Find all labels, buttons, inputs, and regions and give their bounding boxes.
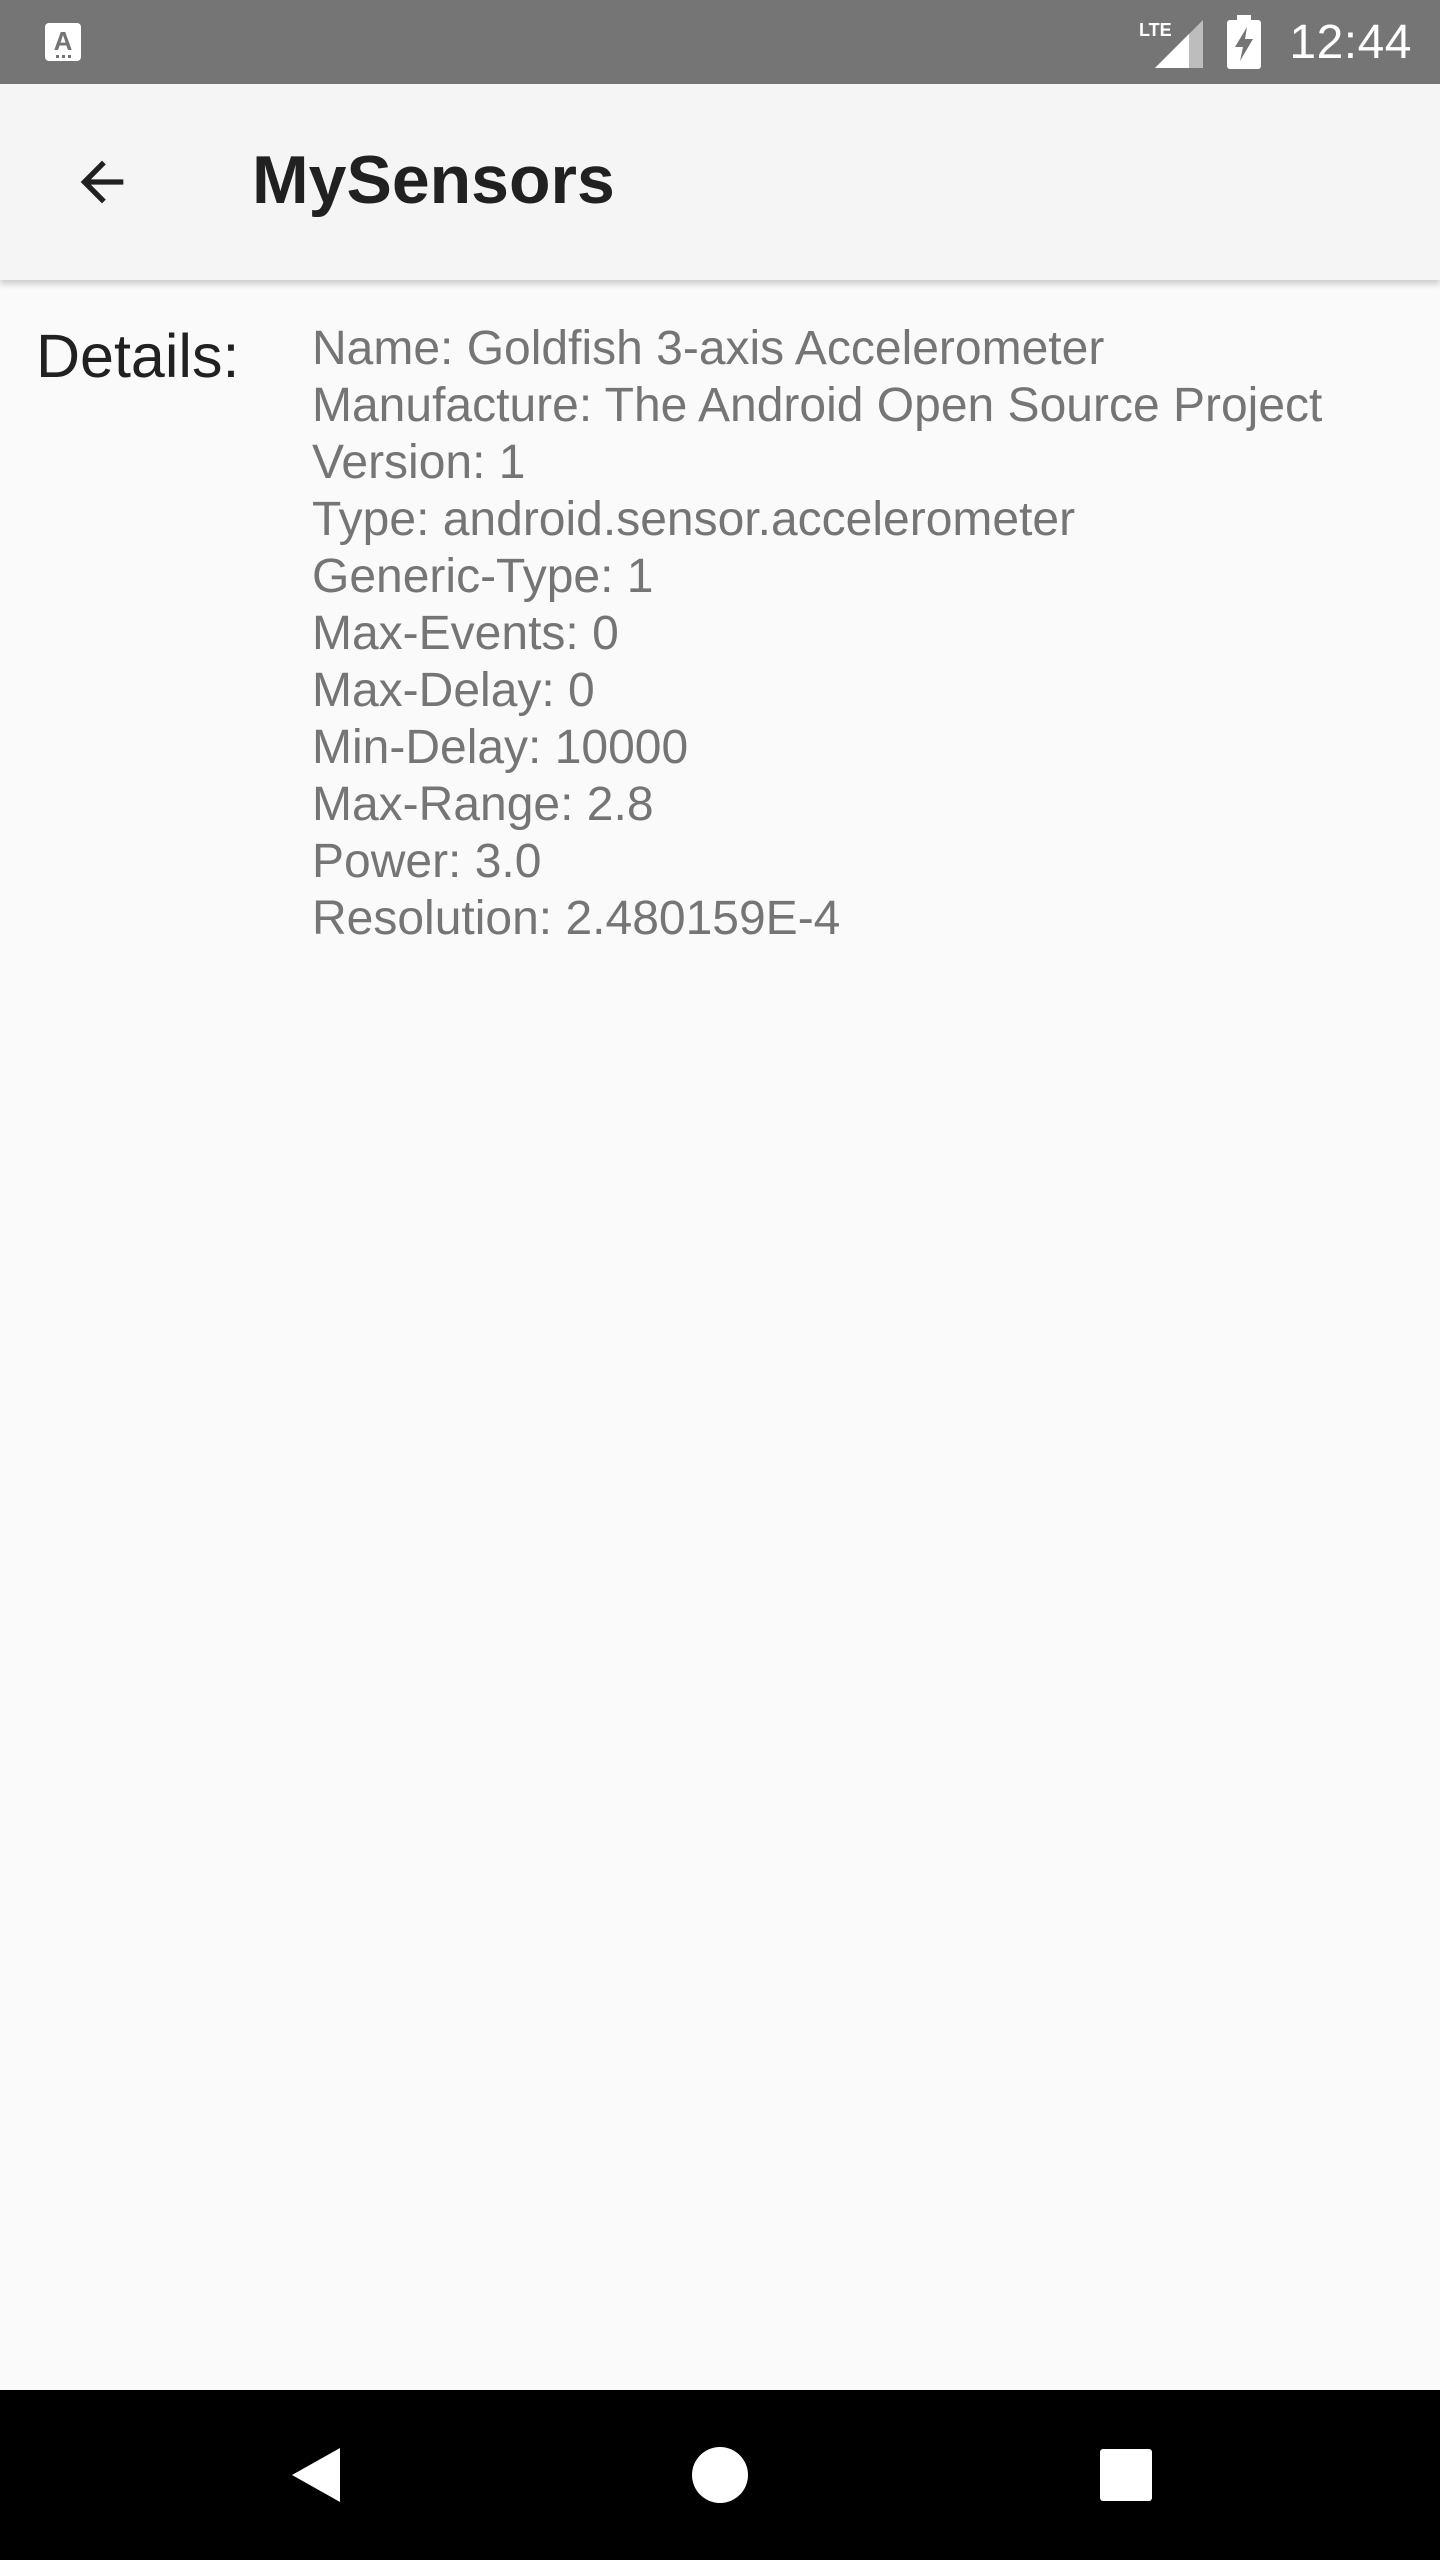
app-bar: MySensors [0, 84, 1440, 280]
lte-signal-icon: LTE [1139, 20, 1204, 68]
detail-resolution: Resolution: 2.480159E-4 [312, 892, 841, 945]
detail-max-range: Max-Range: 2.8 [312, 778, 654, 831]
status-bar: A LTE 12:44 [0, 0, 1440, 84]
nav-home-button[interactable] [670, 2425, 770, 2525]
details-list: Name: Goldfish 3-axis Accelerometer Manu… [312, 320, 1322, 947]
status-time: 12:44 [1289, 15, 1412, 69]
details-label: Details: [36, 322, 240, 390]
nav-back-triangle-icon [292, 2448, 340, 2502]
detail-manufacture: Manufacture: The Android Open Source Pro… [312, 379, 1323, 432]
detail-power: Power: 3.0 [312, 835, 542, 888]
nav-home-circle-icon [692, 2447, 748, 2503]
nav-recents-square-icon [1100, 2449, 1152, 2501]
details-content: Details: Name: Goldfish 3-axis Accelerom… [0, 280, 1440, 2390]
detail-max-delay: Max-Delay: 0 [312, 664, 595, 717]
text-a-notification-icon: A [45, 23, 81, 61]
screen: A LTE 12:44 MySensors Details: Name: Gol… [0, 0, 1440, 2560]
network-type-label: LTE [1139, 20, 1172, 40]
detail-version: Version: 1 [312, 436, 526, 489]
arrow-back-icon [80, 160, 124, 204]
detail-name: Name: Goldfish 3-axis Accelerometer [312, 322, 1105, 375]
battery-charging-icon [1227, 15, 1262, 69]
detail-generic-type: Generic-Type: 1 [312, 550, 654, 603]
detail-type: Type: android.sensor.accelerometer [312, 493, 1076, 546]
navigation-bar [0, 2390, 1440, 2560]
back-button[interactable] [54, 134, 150, 230]
app-title: MySensors [252, 142, 615, 218]
detail-min-delay: Min-Delay: 10000 [312, 721, 689, 774]
nav-back-button[interactable] [266, 2425, 366, 2525]
status-right: LTE 12:44 [1139, 0, 1412, 84]
detail-max-events: Max-Events: 0 [312, 607, 619, 660]
nav-recents-button[interactable] [1076, 2425, 1176, 2525]
svg-text:A: A [54, 26, 73, 56]
